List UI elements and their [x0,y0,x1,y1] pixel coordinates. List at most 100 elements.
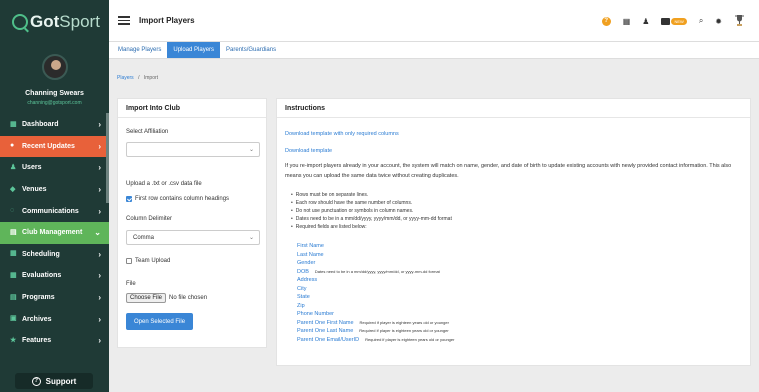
messages-badge[interactable]: NEW [661,17,687,25]
chevron-right-icon: › [98,314,101,324]
import-panel: Import Into Club Select Affiliation ⌄ Up… [117,98,267,348]
star-icon: ★ [10,336,17,344]
sidebar-item-label: Features [22,337,52,345]
list-item: Each row should have the same number of … [291,199,452,207]
file-status: No file chosen [169,295,208,301]
list-item: Zip [297,302,305,309]
team-upload-checkbox[interactable] [126,258,132,264]
sidebar-item-label: Scheduling [22,250,60,258]
tab-manage-players[interactable]: Manage Players [112,42,167,58]
team-upload-checkbox-row[interactable]: Team Upload [126,258,170,264]
archive-icon: ▣ [10,315,17,323]
gear-icon[interactable]: ✹ [715,17,722,26]
chevron-right-icon: › [98,141,101,151]
list-item: DOB Dates need to be in a mm/dd/yyyy, yyy… [297,268,440,275]
chevron-down-icon: ⌄ [94,228,101,238]
help-icon[interactable]: ? [601,16,611,26]
new-badge: NEW [671,17,687,25]
sidebar-item-label: Communications [22,207,79,215]
download-template-link[interactable]: Download template [285,148,332,154]
dashboard-icon: ▦ [10,120,17,128]
list-item: Parent One Last Name Required if player i… [297,328,449,334]
instructions-title: Instructions [277,99,750,118]
first-row-checkbox-row[interactable]: First row contains column headings [126,196,229,202]
hamburger-menu-icon[interactable] [118,14,130,27]
chevron-down-icon: ⌄ [248,235,254,241]
list-item: First Name [297,243,324,249]
avatar[interactable] [41,54,68,80]
chevron-down-icon: ⌄ [248,147,254,153]
calendar-icon: ▦ [10,250,17,258]
bell-icon: ● [10,142,15,150]
sidebar-item-label: Club Management [22,229,83,237]
list-item: City [297,285,307,292]
venue-icon: ◆ [10,185,16,193]
instructions-bullets: Rows must be on separate lines. Each row… [291,191,452,231]
grid-icon[interactable]: ▦ [623,17,631,26]
file-label: File [126,281,136,287]
list-item: Required fields are listed below: [291,223,452,231]
sidebar-scrollbar[interactable] [106,113,109,203]
programs-icon: ▤ [10,293,17,301]
sidebar: Got Sport Channing Swears channing@gotspo… [0,0,109,392]
choose-file-button[interactable]: Choose File [126,293,167,303]
logo-mark-icon [12,14,28,30]
download-required-template-link[interactable]: Download template with only required col… [285,131,399,137]
help-circle-icon: ? [31,376,41,386]
delimiter-select[interactable]: Comma ⌄ [126,230,260,245]
sidebar-item-label: Evaluations [22,272,62,280]
list-item: Last Name [297,251,324,258]
sidebar-item-recent-updates[interactable]: ● Recent Updates › [0,135,109,158]
instructions-panel: Instructions Download template with only… [276,98,751,366]
sidebar-item-label: Dashboard [22,121,59,129]
sidebar-item-club-management[interactable]: ▤ Club Management ⌄ [0,221,109,244]
sidebar-item-archives[interactable]: ▣ Archives › [0,308,109,330]
sidebar-item-users[interactable]: ♟ Users › [0,157,109,179]
first-row-checkbox[interactable] [126,196,132,202]
envelope-icon [661,17,671,25]
top-bar: Import Players ? ▦ ♟ NEW ⌕ ✹ [109,0,759,42]
list-item: Gender [297,260,316,266]
sidebar-item-label: Archives [22,315,52,323]
sidebar-item-evaluations[interactable]: ▦ Evaluations › [0,265,109,287]
user-name[interactable]: Channing Swears [0,90,109,97]
chevron-right-icon: › [98,271,101,281]
tab-upload-players[interactable]: Upload Players [167,42,221,58]
support-button[interactable]: ? Support [15,373,93,389]
sidebar-item-venues[interactable]: ◆ Venues › [0,179,109,201]
gotsport-logo[interactable]: Got Sport [0,0,109,44]
sidebar-item-communications[interactable]: ◌ Communications › [0,200,109,222]
sidebar-item-label: Users [22,164,42,172]
sidebar-nav: ▦ Dashboard › ● Recent Updates › ♟ Users… [0,114,109,352]
user-email: channing@gotsport.com [27,100,82,106]
breadcrumb-players-link[interactable]: Players [117,75,134,81]
required-fields-list: First Name Last Name Gender DOB Dates nee… [297,242,454,344]
tab-parents-guardians[interactable]: Parents/Guardians [220,42,282,58]
user-icon[interactable]: ♟ [642,17,649,26]
list-item: Parent One First Name Required if player … [297,319,449,326]
sidebar-item-features[interactable]: ★ Features › [0,330,109,352]
list-item: State [297,294,310,300]
upload-label: Upload a .txt or .csv data file [126,181,202,187]
affiliation-select[interactable]: ⌄ [126,142,260,157]
instructions-paragraph: If you re-import players already in your… [285,163,732,179]
tab-bar: Manage Players Upload Players Parents/Gu… [109,42,759,59]
sidebar-item-scheduling[interactable]: ▦ Scheduling › [0,244,109,266]
sidebar-item-dashboard[interactable]: ▦ Dashboard › [0,114,109,136]
import-panel-title: Import Into Club [118,99,266,118]
sidebar-item-label: Programs [22,294,55,302]
sidebar-item-programs[interactable]: ▤ Programs › [0,287,109,309]
search-icon[interactable]: ⌕ [699,16,703,26]
chevron-right-icon: › [98,293,101,303]
list-item: Parent One Email/UserID Required if playe… [297,336,455,343]
chevron-right-icon: › [98,163,101,173]
chevron-right-icon: › [98,249,101,259]
list-item: Phone Number [297,311,334,317]
users-icon: ♟ [10,163,17,171]
open-selected-file-button[interactable]: Open Selected File [126,313,194,330]
delimiter-label: Column Delimiter [126,216,173,222]
file-input[interactable]: Choose File No file chosen [126,293,207,303]
trophy-icon[interactable] [734,14,745,28]
evaluation-icon: ▦ [10,271,17,279]
chat-icon: ◌ [10,207,15,215]
